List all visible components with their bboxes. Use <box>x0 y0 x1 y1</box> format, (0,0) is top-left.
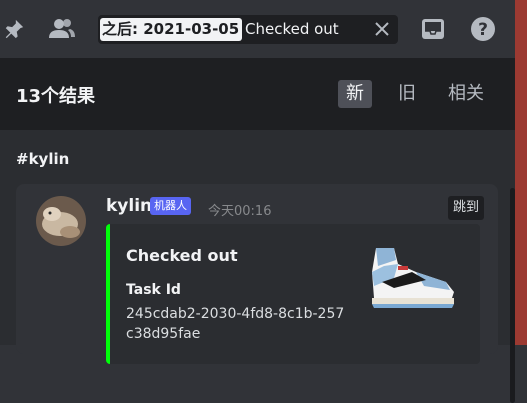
sort-oldest[interactable]: 旧 <box>390 80 424 108</box>
author-name[interactable]: kylin <box>106 196 152 216</box>
bot-tag: 机器人 <box>150 197 191 215</box>
embed-field-value: 245cdab2-2030-4fd8-8c1b-257c38d95fae <box>126 306 345 342</box>
date-filter-chip[interactable]: 之后: 2021-03-05 <box>100 18 243 41</box>
pin-icon[interactable] <box>0 15 28 43</box>
help-icon[interactable]: ? <box>469 15 497 43</box>
sneaker-thumbnail[interactable] <box>354 242 462 312</box>
search-results-panel: 13个结果 新 旧 相关 #kylin kylin 机器人 今天00:16 跳到… <box>0 58 515 403</box>
avatar[interactable] <box>36 196 86 246</box>
svg-text:?: ? <box>478 20 488 40</box>
search-result-message[interactable]: kylin 机器人 今天00:16 跳到 Checked out Task Id… <box>16 184 498 364</box>
inbox-icon[interactable] <box>419 15 447 43</box>
timestamp: 今天00:16 <box>208 204 272 219</box>
sort-newest[interactable]: 新 <box>338 80 372 108</box>
close-icon[interactable] <box>374 21 390 41</box>
sort-relevant[interactable]: 相关 <box>440 80 492 108</box>
message-embed: Checked out Task Id 245cdab2-2030-4fd8-8… <box>106 224 480 364</box>
search-bar[interactable]: 之后: 2021-03-05 Checked out <box>98 15 398 44</box>
window-edge <box>515 0 527 345</box>
embed-title: Checked out <box>126 246 238 265</box>
jump-button[interactable]: 跳到 <box>448 196 485 220</box>
channel-name[interactable]: #kylin <box>16 150 69 168</box>
results-header: 13个结果 新 旧 相关 <box>0 58 515 130</box>
search-query[interactable]: Checked out <box>245 15 339 44</box>
embed-field-name: Task Id <box>126 282 181 298</box>
top-toolbar: 之后: 2021-03-05 Checked out ? <box>0 0 515 58</box>
members-icon[interactable] <box>48 15 76 43</box>
result-count: 13个结果 <box>16 86 96 107</box>
